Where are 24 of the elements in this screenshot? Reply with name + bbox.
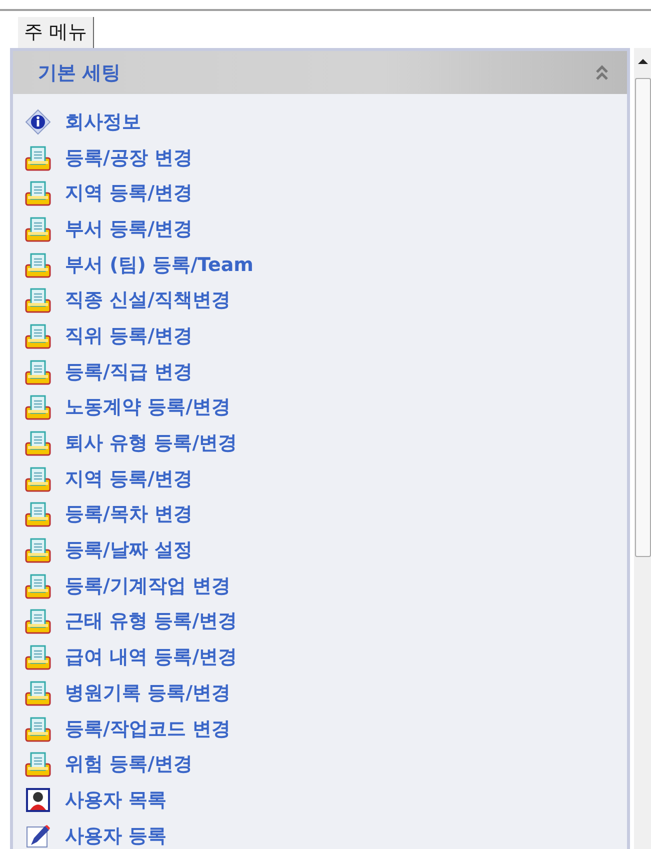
menu-item[interactable]: 병원기록 등록/변경: [65, 680, 231, 706]
menu-item[interactable]: 회사정보: [65, 108, 141, 135]
menu-item[interactable]: 등록/날짜 설정: [65, 537, 193, 564]
menu-item[interactable]: 퇴사 유형 등록/변경: [65, 430, 238, 456]
menu-item[interactable]: 노동계약 등록/변경: [65, 394, 231, 420]
menu-tab[interactable]: 주 메뉴: [18, 17, 94, 48]
menu-item[interactable]: 등록/직급 변경: [65, 358, 193, 385]
menu-item[interactable]: 등록/기계작업 변경: [65, 572, 231, 599]
menu-item[interactable]: 근태 유형 등록/변경: [65, 608, 238, 634]
menu-item[interactable]: 직위 등록/변경: [65, 322, 193, 349]
panel-header[interactable]: 기본 세팅: [13, 51, 627, 94]
menu-item[interactable]: 사용자 목록: [65, 786, 167, 813]
menu-item[interactable]: 급여 내역 등록/변경: [65, 644, 238, 670]
menu-item[interactable]: 지역 등록/변경: [65, 466, 193, 492]
menu-item[interactable]: 부서 등록/변경: [65, 216, 193, 242]
panel-title: 기본 세팅: [38, 60, 121, 86]
menu-item[interactable]: 직종 신설/직책변경: [65, 287, 231, 314]
menu-item[interactable]: 위험 등록/변경: [65, 751, 193, 778]
menu-item[interactable]: 지역 등록/변경: [65, 180, 193, 206]
menu-item[interactable]: 부서 (팀) 등록/Team: [65, 252, 254, 278]
menu-item[interactable]: 등록/공장 변경: [65, 144, 193, 171]
menu-item[interactable]: 사용자 등록: [65, 822, 167, 849]
menu-item[interactable]: 등록/목차 변경: [65, 501, 193, 528]
menu-item[interactable]: 등록/작업코드 변경: [65, 716, 231, 742]
